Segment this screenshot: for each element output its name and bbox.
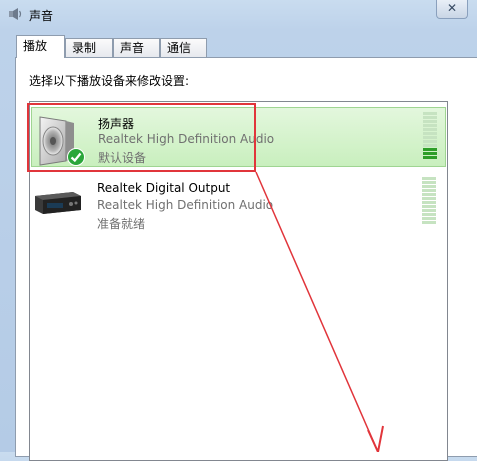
meter-segment (423, 152, 437, 155)
device-status: 默认设备 (98, 151, 147, 165)
check-icon (67, 148, 85, 166)
device-description: Realtek High Definition Audio (97, 198, 274, 212)
meter-segment (422, 217, 436, 220)
meter-segment (423, 112, 437, 115)
meter-segment (423, 132, 437, 135)
meter-segment (422, 197, 436, 200)
device-list[interactable]: 扬声器 Realtek High Definition Audio 默认设备 R… (29, 101, 448, 461)
meter-segment (423, 140, 437, 143)
tab-recording[interactable]: 录制 (65, 38, 113, 57)
meter-segment (422, 201, 436, 204)
device-description: Realtek High Definition Audio (98, 132, 275, 146)
digital-output-device-icon (35, 192, 81, 214)
volume-level-meter (422, 177, 436, 224)
meter-segment (422, 189, 436, 192)
meter-segment (422, 205, 436, 208)
meter-segment (423, 156, 437, 159)
meter-segment (423, 120, 437, 123)
device-item-digital-output[interactable]: Realtek Digital Output Realtek High Defi… (31, 174, 446, 234)
meter-segment (422, 221, 436, 224)
tab-communications[interactable]: 通信 (160, 38, 207, 57)
device-name: Realtek Digital Output (97, 181, 231, 195)
meter-segment (423, 136, 437, 139)
device-status: 准备就绪 (97, 217, 146, 231)
close-button[interactable]: ✕ (436, 0, 468, 19)
meter-segment (423, 124, 437, 127)
meter-segment (423, 116, 437, 119)
meter-segment (423, 128, 437, 131)
title-bar[interactable]: 声音 ✕ (0, 0, 477, 30)
instruction-text: 选择以下播放设备来修改设置: (29, 74, 190, 88)
speaker-icon (9, 8, 22, 20)
meter-segment (422, 193, 436, 196)
window-title: 声音 (29, 9, 54, 23)
meter-segment (422, 209, 436, 212)
meter-segment (423, 148, 437, 151)
tab-playback[interactable]: 播放 (16, 35, 65, 58)
meter-segment (422, 213, 436, 216)
meter-segment (423, 144, 437, 147)
meter-segment (422, 181, 436, 184)
device-name: 扬声器 (98, 117, 135, 131)
meter-segment (422, 185, 436, 188)
tab-sounds[interactable]: 声音 (113, 38, 160, 57)
device-item-speakers[interactable]: 扬声器 Realtek High Definition Audio 默认设备 (31, 107, 446, 167)
volume-level-meter (423, 112, 437, 159)
meter-segment (422, 177, 436, 180)
